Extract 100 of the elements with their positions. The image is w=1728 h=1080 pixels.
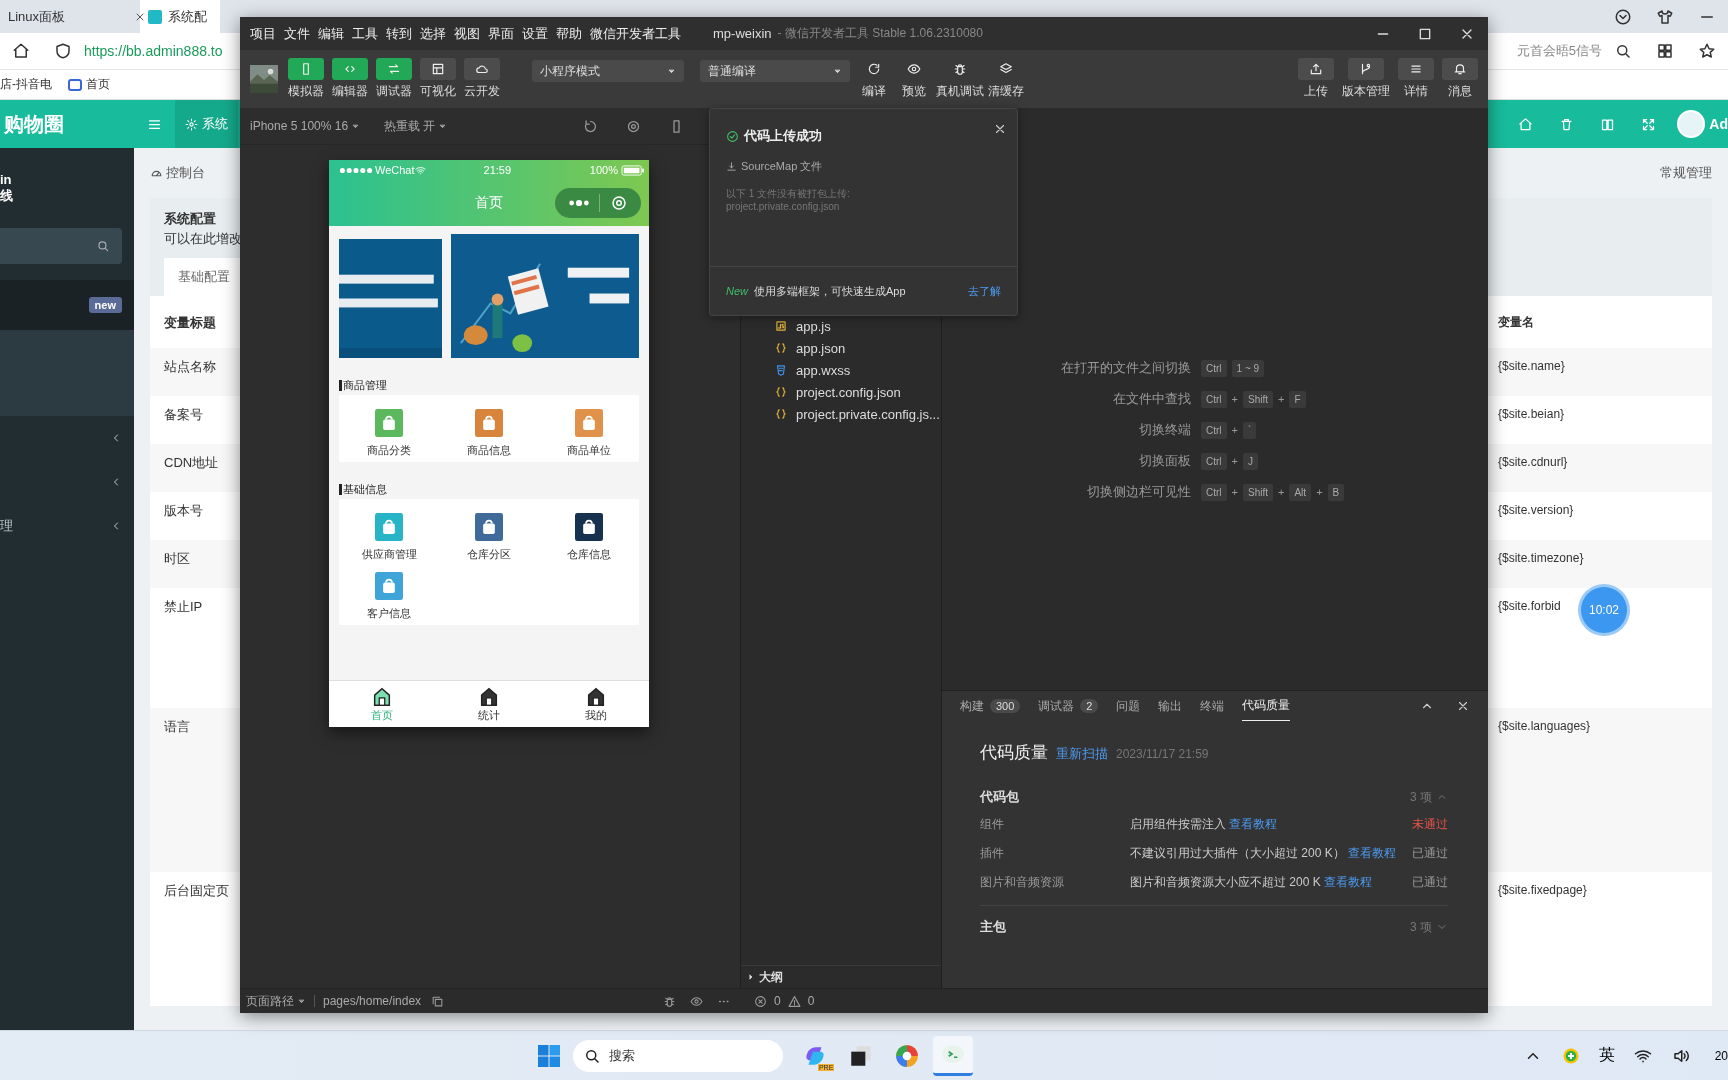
input-method[interactable]: 英 bbox=[1598, 1045, 1615, 1066]
table-cell: {$site.beian} bbox=[1498, 407, 1565, 421]
shortcut-label: 切换终端 bbox=[1138, 421, 1192, 439]
menu-entry[interactable]: 供应商管理 bbox=[339, 513, 439, 562]
menu-item[interactable]: 文件 bbox=[284, 24, 310, 43]
menu-item[interactable]: 设置 bbox=[522, 24, 548, 43]
menu-item[interactable]: 选择 bbox=[420, 24, 446, 43]
taskbar-search-field[interactable]: 搜索 bbox=[573, 1039, 784, 1072]
plus-sign: + bbox=[1231, 486, 1238, 498]
panel-tab[interactable]: 调试器 2 bbox=[1038, 691, 1099, 721]
compile-dropdown[interactable]: 普通编译 bbox=[700, 60, 850, 82]
plus-sign: + bbox=[1231, 424, 1238, 436]
panel-tab[interactable]: 构建 300 bbox=[960, 691, 1021, 721]
menu-entry[interactable]: 仓库分区 bbox=[439, 513, 539, 562]
clock[interactable]: 20 bbox=[1714, 1048, 1728, 1063]
menu-item[interactable]: 界面 bbox=[488, 24, 514, 43]
card-subtitle: 可以在此增改 bbox=[164, 230, 243, 248]
page-title: 首页 bbox=[475, 194, 503, 212]
menu-entry[interactable]: 商品单位 bbox=[539, 409, 639, 458]
sourcemap-link[interactable]: SourceMap 文件 bbox=[726, 159, 1001, 174]
file-entry[interactable]: app.json bbox=[741, 337, 941, 359]
key-cap: J bbox=[1243, 452, 1258, 470]
menu-item[interactable]: 工具 bbox=[352, 24, 378, 43]
plus-sign: + bbox=[1278, 486, 1285, 498]
rescan-link[interactable]: 重新扫描 bbox=[1056, 745, 1108, 763]
shortcut-label: 在文件中查找 bbox=[1112, 390, 1192, 408]
toolbar-button[interactable]: 预览 bbox=[896, 58, 932, 100]
menu-item[interactable]: 编辑 bbox=[318, 24, 344, 43]
tutorial-link[interactable]: 查看教程 bbox=[1324, 875, 1373, 889]
table-cell-text: 版本号 bbox=[164, 502, 204, 520]
key-cap: Shift bbox=[1243, 483, 1273, 501]
menu-entry[interactable]: 商品分类 bbox=[339, 409, 439, 458]
panel-tab[interactable]: 问题 bbox=[1116, 691, 1141, 721]
browser-tab[interactable]: 系统配 bbox=[140, 0, 220, 33]
menu-item[interactable]: 帮助 bbox=[556, 24, 582, 43]
key-cap: 1 ~ 9 bbox=[1231, 359, 1265, 377]
group-header[interactable]: 代码包 3 项 bbox=[980, 784, 1448, 810]
key-cap: Ctrl bbox=[1201, 452, 1227, 470]
carrier-label: WeChat bbox=[375, 164, 415, 176]
status-time: 21:59 bbox=[483, 164, 513, 176]
toolbar-button[interactable]: 编译 bbox=[856, 58, 892, 100]
browser-tab[interactable]: Linux面板 bbox=[0, 0, 140, 33]
group-header[interactable]: 主包 3 项 bbox=[980, 914, 1448, 940]
panel-tab[interactable]: 输出 bbox=[1158, 691, 1183, 721]
table-cell: {$site.forbid bbox=[1498, 599, 1561, 613]
column-header: 变量标题 bbox=[164, 314, 217, 332]
bookmark[interactable]: 店-抖音电 bbox=[0, 76, 52, 93]
file-entry[interactable]: app.js bbox=[741, 315, 941, 337]
menu-entry[interactable]: 客户信息 bbox=[339, 572, 439, 621]
file-entry[interactable]: project.private.config.js... bbox=[741, 403, 941, 425]
notification-title: 代码上传成功 bbox=[744, 127, 822, 145]
menu-item[interactable]: 微信开发者工具 bbox=[590, 24, 681, 43]
menu-entry[interactable]: 仓库信息 bbox=[539, 513, 639, 562]
plus-sign: + bbox=[1278, 393, 1285, 405]
error-count[interactable]: 0 bbox=[774, 994, 781, 1008]
breadcrumb-link[interactable]: 常规管理 bbox=[1660, 164, 1712, 182]
check-description: 不建议引用过大插件（大小超过 200 K） 查看教程 bbox=[1130, 845, 1398, 862]
menu-item[interactable]: 视图 bbox=[454, 24, 480, 43]
check-name: 插件 bbox=[980, 845, 1005, 862]
window-title: mp-weixin bbox=[713, 26, 772, 41]
toolbar-button[interactable]: 版本管理 bbox=[1342, 58, 1390, 100]
bookmark[interactable]: 首页 bbox=[68, 76, 110, 93]
tab-bar-item[interactable]: 我的 bbox=[542, 681, 649, 727]
menu-item[interactable]: 项目 bbox=[250, 24, 276, 43]
warning-count[interactable]: 0 bbox=[807, 994, 815, 1008]
search-suggestion[interactable]: 元首会晤5信号 bbox=[1516, 42, 1602, 60]
tutorial-link[interactable]: 查看教程 bbox=[1229, 817, 1278, 831]
check-name: 组件 bbox=[980, 816, 1005, 833]
hot-reload-dropdown[interactable]: 热重载 开 bbox=[384, 117, 448, 135]
mode-dropdown[interactable]: 小程序模式 bbox=[532, 60, 684, 82]
menu-item[interactable]: 转到 bbox=[386, 24, 412, 43]
page-path-dropdown[interactable]: 页面路径 bbox=[246, 992, 306, 1010]
tutorial-link[interactable]: 查看教程 bbox=[1348, 846, 1397, 860]
file-entry[interactable]: app.wxss bbox=[741, 359, 941, 381]
check-status: 未通过 bbox=[1411, 816, 1448, 833]
key-cap: Alt bbox=[1289, 483, 1312, 501]
file-entry[interactable]: project.config.json bbox=[741, 381, 941, 403]
device-dropdown[interactable]: iPhone 5 100% 16 bbox=[250, 119, 361, 133]
battery-level: 100% bbox=[589, 164, 618, 176]
menu-entry[interactable]: 商品信息 bbox=[439, 409, 539, 458]
promo-text: 使用多端框架，可快速生成App bbox=[754, 283, 906, 299]
table-cell-text: 禁止IP bbox=[164, 598, 204, 616]
table-cell-text: 后台固定页 bbox=[164, 882, 230, 900]
check-description: 启用组件按需注入 查看教程 bbox=[1130, 816, 1279, 833]
breadcrumb-link[interactable]: 控制台 bbox=[150, 164, 205, 182]
url-field[interactable]: https://bb.admin888.to bbox=[84, 43, 223, 59]
table-cell: {$site.timezone} bbox=[1498, 551, 1584, 565]
panel-tab[interactable]: 代码质量 bbox=[1242, 691, 1291, 721]
tab-bar-item[interactable]: 统计 bbox=[435, 681, 543, 727]
table-cell: {$site.cdnurl} bbox=[1498, 455, 1568, 469]
timestamp: 2023/11/17 21:59 bbox=[1116, 747, 1209, 761]
learn-more-link[interactable]: 去了解 bbox=[968, 283, 1001, 299]
panel-tab[interactable]: 终端 bbox=[1200, 691, 1225, 721]
toolbar-button[interactable]: 清缓存 bbox=[988, 58, 1024, 100]
shortcut-label: 切换面板 bbox=[1138, 452, 1192, 470]
sidebar-item[interactable]: new bbox=[0, 280, 134, 330]
window-subtitle: - 微信开发者工具 Stable 1.06.2310080 bbox=[777, 25, 983, 42]
user-status: 线 bbox=[0, 186, 14, 205]
toolbar-button[interactable]: 真机调试 bbox=[936, 58, 984, 100]
table-cell: {$site.version} bbox=[1498, 503, 1574, 517]
